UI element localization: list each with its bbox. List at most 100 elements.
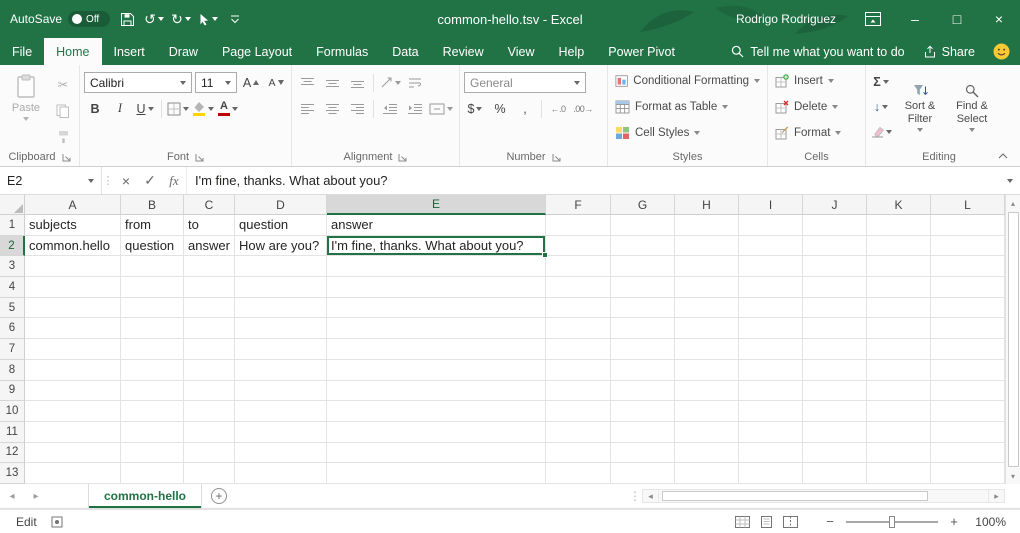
cell-D5[interactable] <box>235 298 327 319</box>
comma-style-button[interactable]: , <box>514 98 536 119</box>
cell-C9[interactable] <box>184 381 235 402</box>
align-left-button[interactable] <box>296 98 318 119</box>
cell-H4[interactable] <box>675 277 739 298</box>
cell-F1[interactable] <box>546 215 611 236</box>
cell-I6[interactable] <box>739 318 803 339</box>
cell-D7[interactable] <box>235 339 327 360</box>
cell-E2[interactable]: I'm fine, thanks. What about you? <box>327 236 546 257</box>
page-layout-view-button[interactable] <box>759 516 774 528</box>
cell-H13[interactable] <box>675 463 739 484</box>
paste-button[interactable]: Paste <box>4 68 48 148</box>
tab-draw[interactable]: Draw <box>157 38 210 65</box>
cell-A1[interactable]: subjects <box>25 215 121 236</box>
cell-H1[interactable] <box>675 215 739 236</box>
cell-K10[interactable] <box>867 401 931 422</box>
column-header-G[interactable]: G <box>611 195 675 215</box>
cell-G6[interactable] <box>611 318 675 339</box>
align-center-button[interactable] <box>321 98 343 119</box>
cell-F11[interactable] <box>546 422 611 443</box>
cell-I3[interactable] <box>739 256 803 277</box>
cell-B1[interactable]: from <box>121 215 184 236</box>
tab-power-pivot[interactable]: Power Pivot <box>596 38 687 65</box>
align-middle-button[interactable] <box>321 72 343 93</box>
cell-A9[interactable] <box>25 381 121 402</box>
vertical-scroll-thumb[interactable] <box>1008 212 1019 467</box>
cell-F10[interactable] <box>546 401 611 422</box>
row-header-2[interactable]: 2 <box>0 236 25 257</box>
cell-G7[interactable] <box>611 339 675 360</box>
cell-G11[interactable] <box>611 422 675 443</box>
cell-H7[interactable] <box>675 339 739 360</box>
cell-J9[interactable] <box>803 381 867 402</box>
column-header-D[interactable]: D <box>235 195 327 215</box>
cell-F7[interactable] <box>546 339 611 360</box>
cell-E4[interactable] <box>327 277 546 298</box>
formula-bar-expand-button[interactable] <box>1000 167 1020 194</box>
cell-L9[interactable] <box>931 381 1005 402</box>
cell-G13[interactable] <box>611 463 675 484</box>
cell-B12[interactable] <box>121 443 184 464</box>
wrap-text-button[interactable] <box>404 72 426 93</box>
row-header-10[interactable]: 10 <box>0 401 25 422</box>
cell-I1[interactable] <box>739 215 803 236</box>
feedback-smiley-button[interactable] <box>993 43 1010 60</box>
insert-cells-button[interactable]: Insert <box>772 68 861 94</box>
cell-K1[interactable] <box>867 215 931 236</box>
cell-B10[interactable] <box>121 401 184 422</box>
cell-C7[interactable] <box>184 339 235 360</box>
cell-A6[interactable] <box>25 318 121 339</box>
cell-A10[interactable] <box>25 401 121 422</box>
enter-button[interactable]: ✓ <box>138 167 162 194</box>
font-name-select[interactable]: Calibri <box>84 72 192 93</box>
zoom-slider-thumb[interactable] <box>889 516 895 528</box>
cell-H2[interactable] <box>675 236 739 257</box>
column-header-H[interactable]: H <box>675 195 739 215</box>
row-header-11[interactable]: 11 <box>0 422 25 443</box>
column-header-C[interactable]: C <box>184 195 235 215</box>
column-header-B[interactable]: B <box>121 195 184 215</box>
number-format-select[interactable]: General <box>464 72 586 93</box>
cell-I12[interactable] <box>739 443 803 464</box>
cell-E1[interactable]: answer <box>327 215 546 236</box>
cell-E12[interactable] <box>327 443 546 464</box>
cell-L4[interactable] <box>931 277 1005 298</box>
cell-I2[interactable] <box>739 236 803 257</box>
normal-view-button[interactable] <box>735 516 750 528</box>
cell-K2[interactable] <box>867 236 931 257</box>
cell-H9[interactable] <box>675 381 739 402</box>
close-button[interactable]: × <box>978 0 1020 38</box>
cell-I8[interactable] <box>739 360 803 381</box>
zoom-slider[interactable] <box>846 515 938 529</box>
row-header-12[interactable]: 12 <box>0 443 25 464</box>
row-header-4[interactable]: 4 <box>0 277 25 298</box>
name-box[interactable]: E2 <box>0 167 102 194</box>
sheet-bar-splitter[interactable]: ⋮ <box>628 489 642 503</box>
cell-D2[interactable]: How are you? <box>235 236 327 257</box>
cell-L8[interactable] <box>931 360 1005 381</box>
row-header-1[interactable]: 1 <box>0 215 25 236</box>
cell-G5[interactable] <box>611 298 675 319</box>
tab-formulas[interactable]: Formulas <box>304 38 380 65</box>
font-color-button[interactable]: A <box>217 98 239 119</box>
copy-button[interactable] <box>52 100 74 121</box>
cell-E11[interactable] <box>327 422 546 443</box>
cell-K7[interactable] <box>867 339 931 360</box>
percent-style-button[interactable]: % <box>489 98 511 119</box>
row-header-3[interactable]: 3 <box>0 256 25 277</box>
cell-H5[interactable] <box>675 298 739 319</box>
vertical-scrollbar[interactable]: ▴ ▾ <box>1005 195 1020 484</box>
cell-G12[interactable] <box>611 443 675 464</box>
cell-D12[interactable] <box>235 443 327 464</box>
cell-A8[interactable] <box>25 360 121 381</box>
cell-C5[interactable] <box>184 298 235 319</box>
tab-file[interactable]: File <box>0 38 44 65</box>
cell-L6[interactable] <box>931 318 1005 339</box>
italic-button[interactable]: I <box>109 98 131 119</box>
find-select-button[interactable]: Find & Select <box>948 68 996 148</box>
share-button[interactable]: Share <box>923 45 975 59</box>
user-name[interactable]: Rodrigo Rodriguez <box>736 12 836 26</box>
cell-E5[interactable] <box>327 298 546 319</box>
cell-A12[interactable] <box>25 443 121 464</box>
fill-color-button[interactable] <box>192 98 214 119</box>
cell-K8[interactable] <box>867 360 931 381</box>
